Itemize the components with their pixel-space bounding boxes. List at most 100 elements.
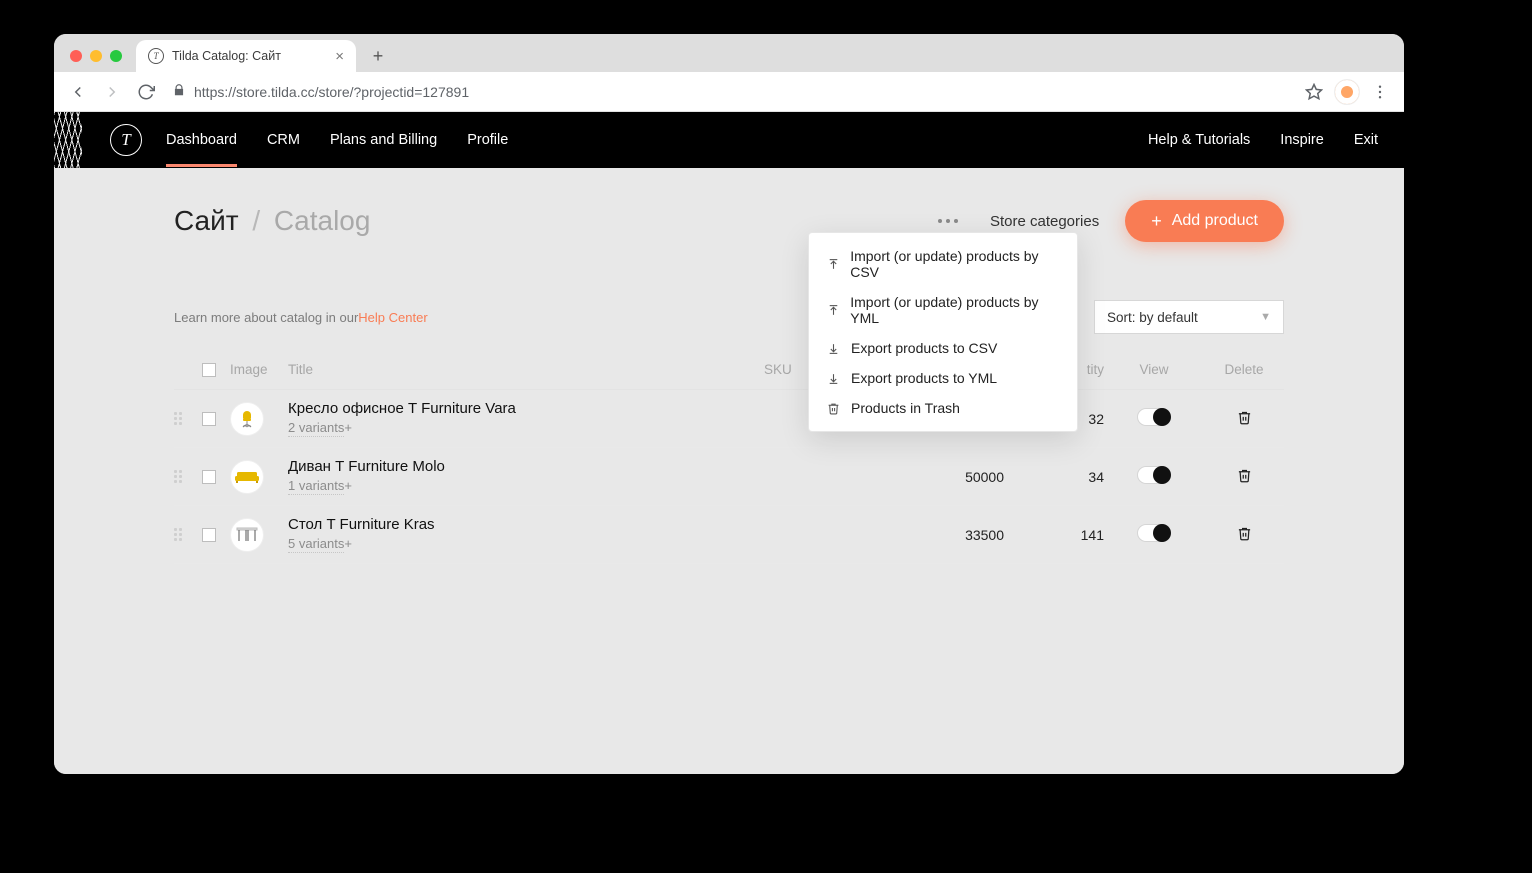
store-categories-link[interactable]: Store categories [990, 213, 1099, 230]
tilda-logo[interactable]: T [110, 124, 142, 156]
nav-crm[interactable]: CRM [267, 113, 300, 167]
window-minimize-button[interactable] [90, 50, 102, 62]
url-text: https://store.tilda.cc/store/?projectid=… [194, 84, 469, 100]
variants-link[interactable]: 1 variants [288, 478, 344, 495]
plus-icon: + [1151, 212, 1162, 230]
product-thumbnail[interactable] [230, 518, 264, 552]
row-checkbox[interactable] [202, 528, 216, 542]
row-checkbox[interactable] [202, 412, 216, 426]
primary-nav: Dashboard CRM Plans and Billing Profile [166, 113, 508, 167]
tab-favicon: T [148, 48, 164, 64]
menu-item-label: Export products to YML [851, 370, 997, 386]
window-controls [70, 50, 122, 62]
help-center-link[interactable]: Help Center [358, 310, 427, 325]
variants-link[interactable]: 5 variants [288, 536, 344, 553]
table-row: Кресло офисное T Furniture Vara 2 varian… [174, 390, 1284, 448]
visibility-toggle[interactable] [1137, 466, 1171, 484]
visibility-toggle[interactable] [1137, 408, 1171, 426]
table-header: Image Title SKU tity View Delete [174, 348, 1284, 390]
sort-label: Sort: by default [1107, 310, 1198, 325]
menu-item-label: Export products to CSV [851, 340, 997, 356]
delete-button[interactable] [1237, 412, 1252, 428]
page-body: Сайт / Catalog Store categories + Add pr… [54, 168, 1404, 564]
upload-icon [827, 304, 840, 317]
tab-title: Tilda Catalog: Сайт [172, 49, 281, 63]
menu-item-label: Import (or update) products by CSV [850, 248, 1059, 280]
app-topbar: T Dashboard CRM Plans and Billing Profil… [54, 112, 1404, 168]
upload-icon [827, 258, 840, 271]
new-tab-button[interactable]: + [364, 42, 392, 70]
nav-dashboard[interactable]: Dashboard [166, 113, 237, 167]
sort-select[interactable]: Sort: by default ▼ [1094, 300, 1284, 334]
more-actions-button[interactable] [932, 213, 964, 229]
product-qty: 34 [1004, 469, 1104, 485]
browser-tab[interactable]: T Tilda Catalog: Сайт × [136, 40, 356, 72]
row-checkbox[interactable] [202, 470, 216, 484]
product-thumbnail[interactable] [230, 402, 264, 436]
nav-exit[interactable]: Exit [1354, 132, 1378, 148]
hint-row: Learn more about catalog in our Help Cen… [54, 262, 1404, 348]
tab-close-icon[interactable]: × [335, 49, 344, 64]
add-product-button[interactable]: + Add product [1125, 200, 1284, 242]
product-title[interactable]: Диван T Furniture Molo [288, 458, 764, 475]
th-title: Title [288, 362, 764, 377]
window-close-button[interactable] [70, 50, 82, 62]
th-image: Image [230, 362, 288, 377]
drag-handle[interactable] [174, 412, 184, 425]
lock-icon [172, 83, 186, 100]
products-table: Image Title SKU tity View Delete [54, 348, 1404, 564]
product-price: 50000 [884, 469, 1004, 485]
th-delete: Delete [1204, 362, 1284, 377]
add-product-label: Add product [1172, 212, 1258, 230]
nav-back-button[interactable] [64, 78, 92, 106]
variants-link[interactable]: 2 variants [288, 420, 344, 437]
nav-reload-button[interactable] [132, 78, 160, 106]
drag-handle[interactable] [174, 470, 184, 483]
browser-tabstrip: T Tilda Catalog: Сайт × + [54, 34, 1404, 72]
breadcrumb-separator: / [252, 205, 260, 236]
table-icon [234, 525, 260, 545]
desktop-background: T Tilda Catalog: Сайт × + https://store.… [0, 0, 1532, 873]
nav-help[interactable]: Help & Tutorials [1148, 132, 1250, 148]
browser-menu-button[interactable] [1366, 78, 1394, 106]
add-variant-icon[interactable]: + [344, 536, 352, 552]
drag-handle[interactable] [174, 528, 184, 541]
table-row: Диван T Furniture Molo 1 variants+ 50000… [174, 448, 1284, 506]
topbar-pattern [54, 112, 82, 168]
address-bar[interactable]: https://store.tilda.cc/store/?projectid=… [166, 83, 1294, 100]
nav-profile[interactable]: Profile [467, 113, 508, 167]
product-title[interactable]: Стол T Furniture Kras [288, 516, 764, 533]
extension-button[interactable] [1334, 79, 1360, 105]
menu-import-yml[interactable]: Import (or update) products by YML [809, 287, 1077, 333]
page-title: Сайт / Catalog [174, 205, 370, 237]
window-zoom-button[interactable] [110, 50, 122, 62]
add-variant-icon[interactable]: + [344, 420, 352, 436]
nav-inspire[interactable]: Inspire [1280, 132, 1324, 148]
bookmark-star-icon[interactable] [1300, 78, 1328, 106]
menu-item-label: Import (or update) products by YML [850, 294, 1059, 326]
product-qty: 141 [1004, 527, 1104, 543]
nav-plans[interactable]: Plans and Billing [330, 113, 437, 167]
product-title[interactable]: Кресло офисное T Furniture Vara [288, 400, 764, 417]
delete-button[interactable] [1237, 470, 1252, 486]
hint-text: Learn more about catalog in our [174, 310, 358, 325]
menu-export-yml[interactable]: Export products to YML [809, 363, 1077, 393]
page-titlebar: Сайт / Catalog Store categories + Add pr… [54, 168, 1404, 262]
breadcrumb-site[interactable]: Сайт [174, 205, 239, 236]
delete-button[interactable] [1237, 528, 1252, 544]
menu-export-csv[interactable]: Export products to CSV [809, 333, 1077, 363]
menu-trash[interactable]: Products in Trash [809, 393, 1077, 423]
menu-import-csv[interactable]: Import (or update) products by CSV [809, 241, 1077, 287]
more-actions-menu: Import (or update) products by CSV Impor… [808, 232, 1078, 432]
menu-item-label: Products in Trash [851, 400, 960, 416]
visibility-toggle[interactable] [1137, 524, 1171, 542]
nav-forward-button[interactable] [98, 78, 126, 106]
trash-icon [827, 402, 841, 415]
product-thumbnail[interactable] [230, 460, 264, 494]
add-variant-icon[interactable]: + [344, 478, 352, 494]
select-all-checkbox[interactable] [202, 363, 216, 377]
product-price: 33500 [884, 527, 1004, 543]
secondary-nav: Help & Tutorials Inspire Exit [1148, 132, 1378, 148]
breadcrumb-section: Catalog [274, 205, 371, 236]
download-icon [827, 342, 841, 355]
